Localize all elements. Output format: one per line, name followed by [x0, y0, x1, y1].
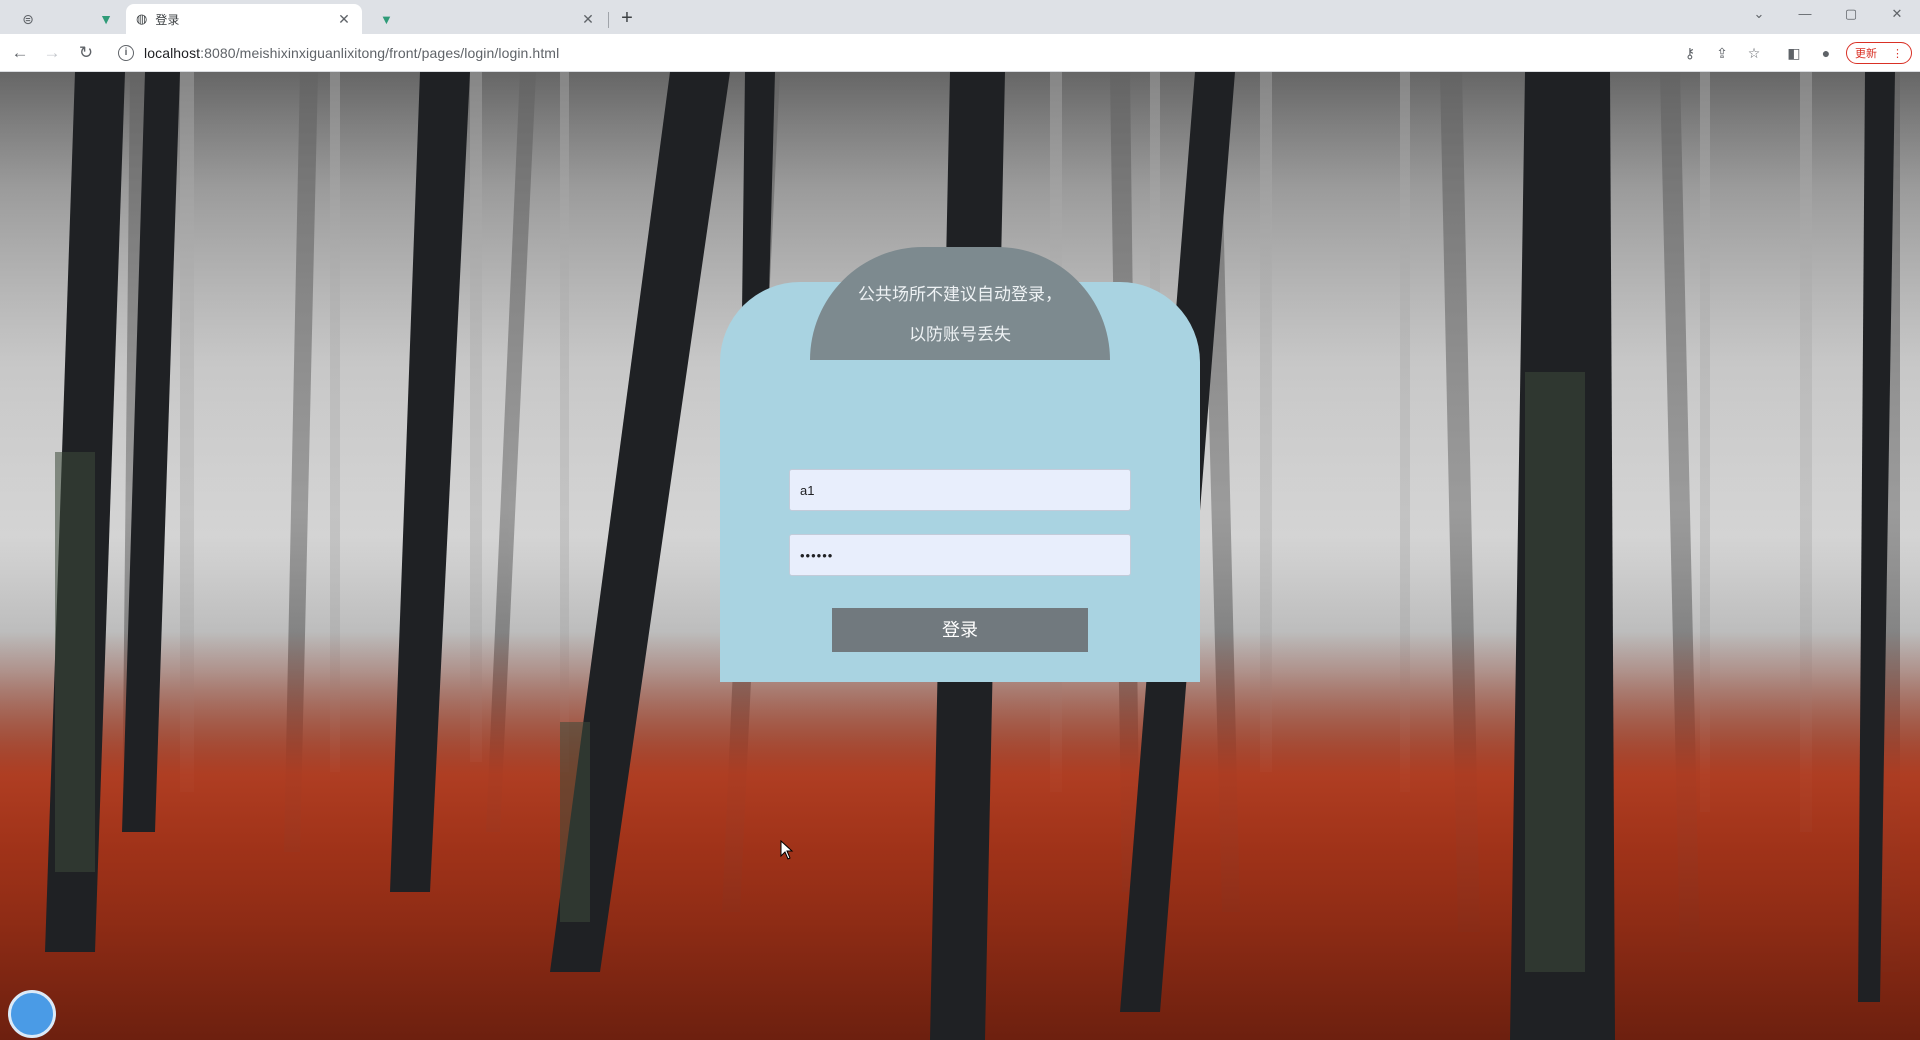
share-icon[interactable]: ⇪ — [1712, 43, 1732, 63]
password-input[interactable] — [789, 534, 1131, 576]
tab-separator — [608, 12, 609, 28]
floating-badge[interactable] — [8, 990, 56, 1038]
close-window-button[interactable]: ✕ — [1874, 0, 1920, 30]
url-host: localhost — [144, 45, 201, 61]
update-label: 更新 — [1855, 48, 1877, 60]
bookmark-star-icon[interactable]: ☆ — [1744, 43, 1764, 63]
info-icon[interactable]: i — [118, 45, 134, 61]
register-link[interactable] — [900, 676, 1020, 694]
address-bar[interactable]: i localhost:8080/meishixinxiguanlixitong… — [110, 39, 1670, 67]
vue-icon: ▼ — [380, 11, 393, 27]
globe-icon: ◍ — [136, 11, 148, 26]
close-icon[interactable]: ✕ — [580, 11, 596, 28]
login-button[interactable]: 登录 — [832, 608, 1088, 652]
restore-button[interactable]: ▢ — [1828, 0, 1874, 30]
update-button[interactable]: 更新 ⋮ — [1846, 42, 1912, 64]
side-panel-icon[interactable]: ◧ — [1784, 43, 1804, 63]
username-input[interactable] — [789, 469, 1131, 511]
tab-admin[interactable]: ▼ ✕ — [370, 4, 606, 34]
browser-toolbar: ← → ↻ i localhost:8080/meishixinxiguanli… — [0, 34, 1920, 72]
url-path: :8080/meishixinxiguanlixitong/front/page… — [200, 45, 560, 61]
key-icon[interactable]: ⚷ — [1680, 43, 1700, 63]
vue-tab-icon[interactable]: ▼ — [86, 4, 126, 34]
tab-search-button[interactable]: ⌄ — [1736, 0, 1782, 30]
tab-search-icon[interactable]: ⊜ — [8, 4, 48, 34]
tab-strip: ⊜ ▼ ◍ 登录 ✕ ▼ ✕ + ⌄ — ▢ ✕ — [0, 0, 1920, 34]
profile-icon[interactable]: ● — [1816, 43, 1836, 63]
mouse-cursor — [780, 839, 794, 860]
back-icon[interactable]: ← — [6, 39, 34, 67]
url-text[interactable]: localhost:8080/meishixinxiguanlixitong/f… — [144, 45, 559, 61]
tab-login[interactable]: ◍ 登录 ✕ — [126, 4, 362, 34]
minimize-button[interactable]: — — [1782, 0, 1828, 30]
forward-icon[interactable]: → — [38, 39, 66, 67]
close-icon[interactable]: ✕ — [336, 11, 352, 28]
new-tab-button[interactable]: + — [614, 6, 640, 32]
reload-icon[interactable]: ↻ — [72, 39, 100, 67]
menu-dots-icon: ⋮ — [1892, 47, 1903, 60]
tab-login-title: 登录 — [155, 12, 180, 27]
